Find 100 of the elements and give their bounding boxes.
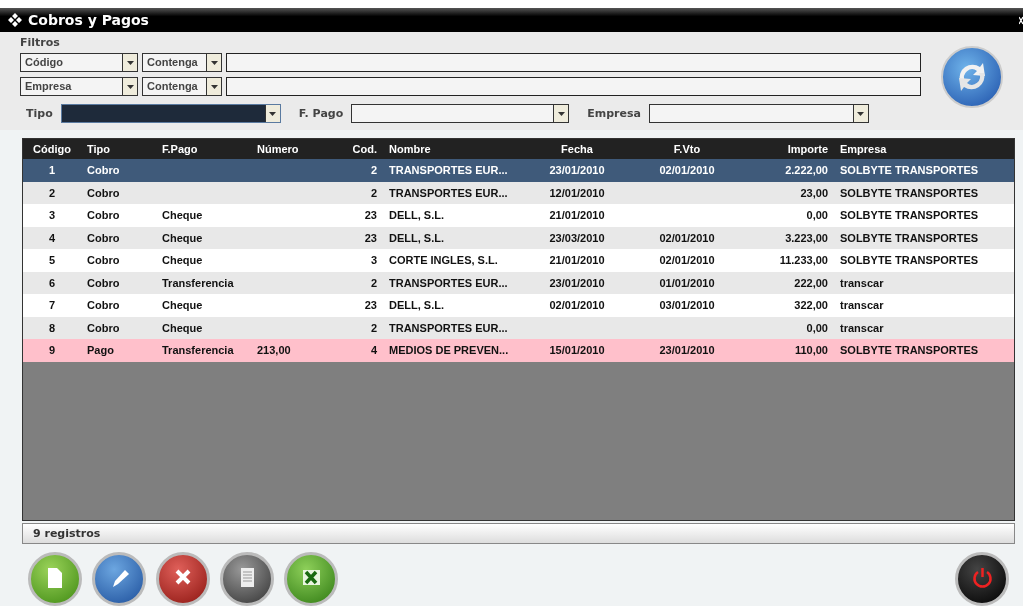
column-header[interactable]: F.Vto (628, 139, 746, 159)
caret-icon (557, 111, 565, 116)
table-cell: 21/01/2010 (526, 249, 628, 272)
table-cell: Cheque (156, 204, 251, 227)
table-cell: DELL, S.L. (383, 226, 526, 249)
spreadsheet-icon (300, 567, 322, 588)
operator-dropdown[interactable]: Contenga (142, 77, 222, 96)
table-cell: 222,00 (746, 271, 834, 294)
table-cell: 2 (331, 159, 383, 182)
table-cell: 0,00 (746, 316, 834, 339)
table-cell: DELL, S.L. (383, 294, 526, 317)
column-header[interactable]: Importe (746, 139, 834, 159)
table-cell: MEDIOS DE PREVEN... (383, 339, 526, 362)
table-cell: Cobro (81, 204, 156, 227)
table-cell: 2 (331, 181, 383, 204)
table-cell: 7 (23, 294, 81, 317)
table-cell: 15/01/2010 (526, 339, 628, 362)
table-cell: 5 (23, 249, 81, 272)
table-cell: TRANSPORTES EUR... (383, 159, 526, 182)
table-cell: 23 (331, 226, 383, 249)
table-cell: transcar (834, 271, 1014, 294)
table-cell: 21/01/2010 (526, 204, 628, 227)
table-cell: SOLBYTE TRANSPORTES (834, 159, 1014, 182)
table-cell: TRANSPORTES EUR... (383, 316, 526, 339)
column-header[interactable]: Tipo (81, 139, 156, 159)
new-button[interactable] (28, 552, 82, 606)
table-cell: SOLBYTE TRANSPORTES (834, 249, 1014, 272)
table-cell: 3.223,00 (746, 226, 834, 249)
column-header[interactable]: Fecha (526, 139, 628, 159)
table-cell: 2 (23, 181, 81, 204)
excel-button[interactable] (284, 552, 338, 606)
window-title: Cobros y Pagos (28, 12, 150, 28)
table-cell: CORTE INGLES, S.L. (383, 249, 526, 272)
table-cell: Pago (81, 339, 156, 362)
select-dropdown[interactable] (351, 104, 570, 123)
record-count: 9 registros (22, 523, 1015, 544)
power-button[interactable] (955, 552, 1009, 606)
table-cell: Cobro (81, 249, 156, 272)
table-cell: TRANSPORTES EUR... (383, 271, 526, 294)
close-icon[interactable] (1019, 15, 1023, 25)
table-cell: Cobro (81, 271, 156, 294)
table-cell: 11.233,00 (746, 249, 834, 272)
filter-value-field[interactable] (226, 53, 921, 72)
table-cell: 03/01/2010 (628, 294, 746, 317)
table-cell: TRANSPORTES EUR... (383, 181, 526, 204)
table-cell: SOLBYTE TRANSPORTES (834, 226, 1014, 249)
table-cell: 02/01/2010 (628, 159, 746, 182)
table-cell: 6 (23, 271, 81, 294)
delete-button[interactable] (156, 552, 210, 606)
select-label: Empresa (587, 107, 641, 120)
power-icon (971, 567, 993, 588)
column-header[interactable]: Código (23, 139, 81, 159)
table-cell: 4 (23, 226, 81, 249)
table-cell: Cobro (81, 316, 156, 339)
select-dropdown[interactable] (60, 104, 281, 123)
field-dropdown[interactable]: Empresa (20, 77, 138, 96)
select-dropdown[interactable] (648, 104, 869, 123)
caret-icon (269, 111, 277, 116)
table-cell: SOLBYTE TRANSPORTES (834, 339, 1014, 362)
table-cell: 01/01/2010 (628, 271, 746, 294)
table-cell: 1 (23, 159, 81, 182)
column-header[interactable]: F.Pago (156, 139, 251, 159)
table-cell: 322,00 (746, 294, 834, 317)
table-cell: 23,00 (746, 181, 834, 204)
table-cell: Cobro (81, 226, 156, 249)
table-cell: SOLBYTE TRANSPORTES (834, 181, 1014, 204)
table-cell: transcar (834, 294, 1014, 317)
column-header[interactable]: Número (251, 139, 331, 159)
table-cell: 3 (23, 204, 81, 227)
report-button[interactable] (220, 552, 274, 606)
select-label: Tipo (26, 107, 53, 120)
operator-dropdown[interactable]: Contenga (142, 53, 222, 72)
column-header[interactable]: Nombre (383, 139, 526, 159)
table-cell: 23 (331, 294, 383, 317)
table-cell: 9 (23, 339, 81, 362)
table-cell: DELL, S.L. (383, 204, 526, 227)
caret-icon (126, 84, 134, 89)
table-cell: 2 (331, 316, 383, 339)
table-cell: 0,00 (746, 204, 834, 227)
column-header[interactable]: Cod. (331, 139, 383, 159)
table-cell: 2.222,00 (746, 159, 834, 182)
table-cell: Cheque (156, 226, 251, 249)
table-cell: 02/01/2010 (628, 249, 746, 272)
column-header[interactable]: Empresa (834, 139, 1014, 159)
table-cell: 23 (331, 204, 383, 227)
table-cell: Cobro (81, 159, 156, 182)
table-cell: Cheque (156, 294, 251, 317)
table-cell: Cheque (156, 316, 251, 339)
edit-button[interactable] (92, 552, 146, 606)
diamond-logo-icon (8, 13, 22, 27)
filters-label: Filtros (20, 36, 61, 49)
table-cell: Cobro (81, 181, 156, 204)
field-dropdown[interactable]: Código (20, 53, 138, 72)
table-cell: 23/01/2010 (628, 339, 746, 362)
select-label: F. Pago (298, 107, 344, 120)
filter-value-field[interactable] (226, 77, 921, 96)
table-cell: 02/01/2010 (628, 226, 746, 249)
table-cell: 110,00 (746, 339, 834, 362)
table-cell: 3 (331, 249, 383, 272)
table-cell: 2 (331, 271, 383, 294)
